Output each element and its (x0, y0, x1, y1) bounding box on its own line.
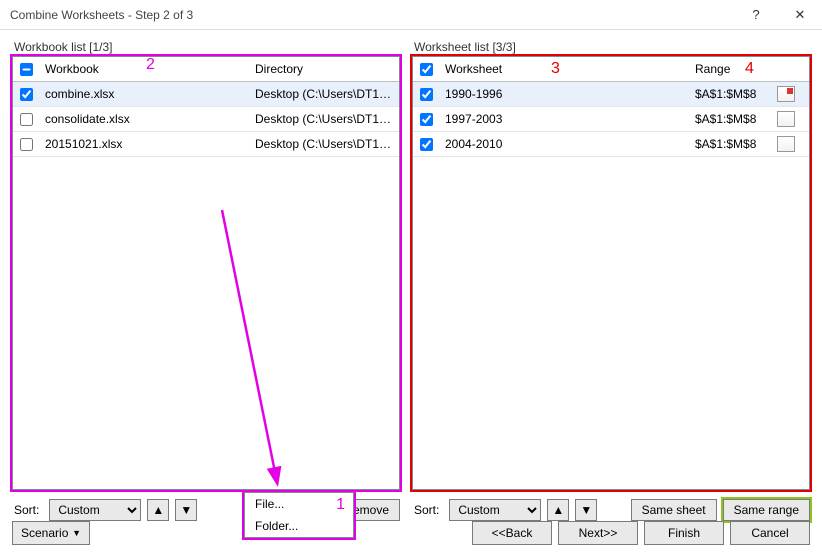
sort-label: Sort: (412, 503, 443, 517)
add-folder-menu-item[interactable]: Folder... (245, 515, 353, 537)
add-file-menu-item[interactable]: File... (245, 493, 353, 515)
range-selector-icon[interactable] (777, 136, 795, 152)
range-selector-icon[interactable] (777, 111, 795, 127)
worksheet-header-row: Worksheet Range (413, 57, 809, 82)
workbook-list-empty-area (13, 157, 399, 489)
worksheet-row-checkbox[interactable] (420, 138, 433, 151)
worksheet-row[interactable]: 1990-1996 $A$1:$M$8 (413, 82, 809, 107)
workbook-name: combine.xlsx (39, 87, 249, 101)
workbook-dir: Desktop (C:\Users\DT1… (249, 137, 399, 151)
workbook-header-row: Workbook Directory (13, 57, 399, 82)
worksheet-row-checkbox[interactable] (420, 113, 433, 126)
worksheet-header[interactable]: Worksheet (439, 62, 689, 76)
help-icon: ? (752, 7, 759, 22)
worksheet-range: $A$1:$M$8 (689, 112, 771, 126)
workbook-panel: Workbook list [1/3] Workbook Directory c… (12, 40, 400, 524)
worksheet-row[interactable]: 1997-2003 $A$1:$M$8 (413, 107, 809, 132)
workbook-name: 20151021.xlsx (39, 137, 249, 151)
workbook-dir: Desktop (C:\Users\DT1… (249, 112, 399, 126)
workbook-row-checkbox[interactable] (20, 138, 33, 151)
caret-down-icon: ▼ (580, 503, 592, 517)
range-header[interactable]: Range (689, 62, 771, 76)
titlebar: Combine Worksheets - Step 2 of 3 ? ✕ (0, 0, 822, 30)
finish-button[interactable]: Finish (644, 521, 724, 545)
workbook-listbox[interactable]: Workbook Directory combine.xlsx Desktop … (12, 56, 400, 490)
worksheet-sort-up-button[interactable]: ▲ (547, 499, 569, 521)
caret-down-icon: ▼ (180, 503, 192, 517)
worksheet-name: 1997-2003 (439, 112, 689, 126)
window-title: Combine Worksheets - Step 2 of 3 (10, 8, 734, 22)
worksheet-row-checkbox[interactable] (420, 88, 433, 101)
workbook-header[interactable]: Workbook (39, 62, 249, 76)
worksheet-list-label: Worksheet list [3/3] (412, 40, 810, 56)
worksheet-range: $A$1:$M$8 (689, 137, 771, 151)
same-sheet-button[interactable]: Same sheet (631, 499, 717, 521)
worksheet-sort-down-button[interactable]: ▼ (575, 499, 597, 521)
dialog-footer: Scenario ▼ <<Back Next>> Finish Cancel (12, 521, 810, 545)
workbook-row-checkbox[interactable] (20, 88, 33, 101)
back-button[interactable]: <<Back (472, 521, 552, 545)
workbook-row[interactable]: combine.xlsx Desktop (C:\Users\DT1… (13, 82, 399, 107)
next-button[interactable]: Next>> (558, 521, 638, 545)
workbook-sort-up-button[interactable]: ▲ (147, 499, 169, 521)
worksheet-sort-select[interactable]: Custom (449, 499, 541, 521)
workbook-sort-down-button[interactable]: ▼ (175, 499, 197, 521)
close-icon: ✕ (795, 7, 806, 23)
sort-label: Sort: (12, 503, 43, 517)
range-selector-icon[interactable] (777, 86, 795, 102)
worksheet-list-empty-area (413, 157, 809, 489)
worksheet-name: 2004-2010 (439, 137, 689, 151)
caret-down-icon: ▼ (72, 528, 81, 538)
same-range-button[interactable]: Same range (723, 499, 810, 521)
cancel-button[interactable]: Cancel (730, 521, 810, 545)
add-dropdown-menu: File... Folder... 1 (244, 492, 354, 538)
workbook-dir: Desktop (C:\Users\DT1… (249, 87, 399, 101)
worksheet-name: 1990-1996 (439, 87, 689, 101)
workbook-sort-select[interactable]: Custom (49, 499, 141, 521)
close-button[interactable]: ✕ (778, 0, 822, 30)
workbook-row[interactable]: consolidate.xlsx Desktop (C:\Users\DT1… (13, 107, 399, 132)
workbook-name: consolidate.xlsx (39, 112, 249, 126)
workbook-select-all-checkbox[interactable] (20, 63, 33, 76)
directory-header[interactable]: Directory (249, 62, 399, 76)
scenario-button[interactable]: Scenario ▼ (12, 521, 90, 545)
workbook-list-label: Workbook list [1/3] (12, 40, 400, 56)
workbook-row[interactable]: 20151021.xlsx Desktop (C:\Users\DT1… (13, 132, 399, 157)
worksheet-range: $A$1:$M$8 (689, 87, 771, 101)
worksheet-panel: Worksheet list [3/3] Worksheet Range 199… (412, 40, 810, 524)
worksheet-row[interactable]: 2004-2010 $A$1:$M$8 (413, 132, 809, 157)
help-button[interactable]: ? (734, 0, 778, 30)
worksheet-bottombar: Sort: Custom ▲ ▼ Same sheet Same range (412, 490, 810, 524)
workbook-row-checkbox[interactable] (20, 113, 33, 126)
caret-up-icon: ▲ (552, 503, 564, 517)
worksheet-listbox[interactable]: Worksheet Range 1990-1996 $A$1:$M$8 1997… (412, 56, 810, 490)
caret-up-icon: ▲ (152, 503, 164, 517)
worksheet-select-all-checkbox[interactable] (420, 63, 433, 76)
